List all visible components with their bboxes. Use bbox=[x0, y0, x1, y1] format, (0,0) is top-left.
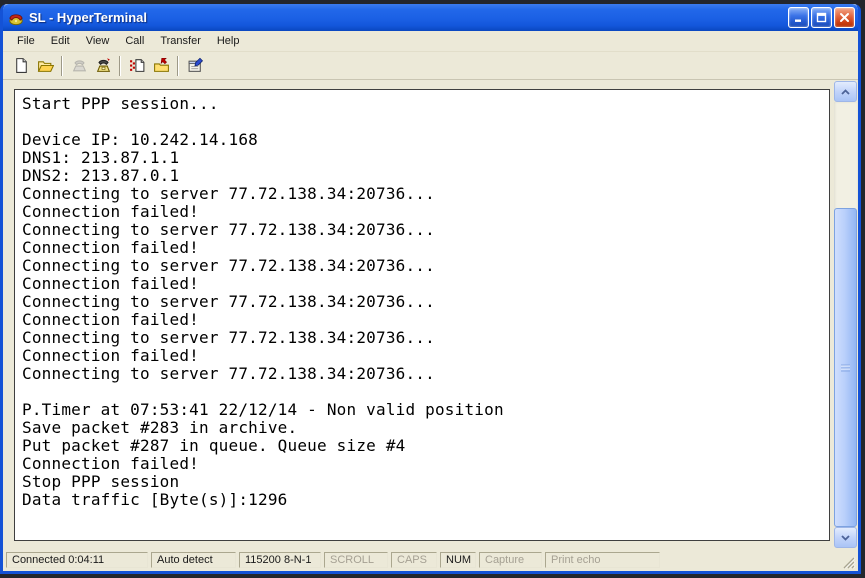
resize-grip-icon[interactable] bbox=[842, 555, 856, 569]
terminal-line: Connection failed! bbox=[22, 239, 829, 257]
open-folder-icon bbox=[37, 57, 54, 74]
minimize-button[interactable] bbox=[788, 7, 809, 28]
terminal-line: Put packet #287 in queue. Queue size #4 bbox=[22, 437, 829, 455]
receive-button[interactable] bbox=[149, 54, 173, 77]
maximize-button[interactable] bbox=[811, 7, 832, 28]
terminal-line bbox=[22, 383, 829, 401]
terminal-line: Connecting to server 77.72.138.34:20736.… bbox=[22, 257, 829, 275]
terminal-line: Connecting to server 77.72.138.34:20736.… bbox=[22, 293, 829, 311]
status-scroll-lock: SCROLL bbox=[324, 552, 388, 568]
status-num-lock: NUM bbox=[440, 552, 476, 568]
scroll-down-button[interactable] bbox=[834, 527, 857, 548]
vertical-scrollbar[interactable] bbox=[834, 81, 857, 548]
toolbar-separator bbox=[177, 56, 179, 76]
phone-disconnect-icon bbox=[95, 57, 112, 74]
properties-icon bbox=[187, 57, 204, 74]
send-file-icon bbox=[129, 57, 146, 74]
terminal-line: Connection failed! bbox=[22, 455, 829, 473]
chevron-up-icon bbox=[841, 89, 850, 95]
chevron-down-icon bbox=[841, 535, 850, 541]
status-bar: Connected 0:04:11 Auto detect 115200 8-N… bbox=[3, 549, 858, 571]
call-button bbox=[67, 54, 91, 77]
terminal-line: Connection failed! bbox=[22, 347, 829, 365]
status-filler bbox=[663, 552, 854, 568]
terminal-line: Stop PPP session bbox=[22, 473, 829, 491]
hyperterminal-window: SL - HyperTerminal File Edit View Call T… bbox=[0, 4, 861, 574]
send-button[interactable] bbox=[125, 54, 149, 77]
receive-file-icon bbox=[153, 57, 170, 74]
terminal-line: Save packet #283 in archive. bbox=[22, 419, 829, 437]
status-connected: Connected 0:04:11 bbox=[6, 552, 148, 568]
terminal-output[interactable]: Start PPP session... Device IP: 10.242.1… bbox=[14, 89, 830, 541]
terminal-line bbox=[22, 113, 829, 131]
menu-transfer[interactable]: Transfer bbox=[152, 32, 209, 50]
terminal-line: DNS2: 213.87.0.1 bbox=[22, 167, 829, 185]
status-caps-lock: CAPS bbox=[391, 552, 437, 568]
toolbar bbox=[3, 52, 858, 80]
status-capture: Capture bbox=[479, 552, 542, 568]
title-bar[interactable]: SL - HyperTerminal bbox=[3, 4, 858, 31]
terminal-line: Connection failed! bbox=[22, 311, 829, 329]
terminal-line: Device IP: 10.242.14.168 bbox=[22, 131, 829, 149]
scroll-up-button[interactable] bbox=[834, 81, 857, 102]
maximize-icon bbox=[816, 12, 827, 23]
phone-call-icon bbox=[71, 57, 88, 74]
close-button[interactable] bbox=[834, 7, 855, 28]
terminal-line: Connecting to server 77.72.138.34:20736.… bbox=[22, 365, 829, 383]
menu-file[interactable]: File bbox=[9, 32, 43, 50]
menu-call[interactable]: Call bbox=[117, 32, 152, 50]
minimize-icon bbox=[793, 12, 804, 23]
properties-button[interactable] bbox=[183, 54, 207, 77]
toolbar-separator bbox=[119, 56, 121, 76]
status-print-echo: Print echo bbox=[545, 552, 660, 568]
terminal-line: Connection failed! bbox=[22, 203, 829, 221]
menu-view[interactable]: View bbox=[78, 32, 118, 50]
terminal-line: Connecting to server 77.72.138.34:20736.… bbox=[22, 221, 829, 239]
scrollbar-track[interactable] bbox=[834, 102, 857, 527]
status-baud-settings: 115200 8-N-1 bbox=[239, 552, 321, 568]
scrollbar-thumb[interactable] bbox=[834, 208, 857, 527]
menu-bar: File Edit View Call Transfer Help bbox=[3, 31, 858, 52]
toolbar-separator bbox=[61, 56, 63, 76]
disconnect-button[interactable] bbox=[91, 54, 115, 77]
new-file-icon bbox=[13, 57, 30, 74]
terminal-line: Start PPP session... bbox=[22, 95, 829, 113]
terminal-area: Start PPP session... Device IP: 10.242.1… bbox=[3, 80, 858, 549]
window-controls bbox=[788, 7, 855, 28]
close-icon bbox=[839, 12, 850, 23]
new-button[interactable] bbox=[9, 54, 33, 77]
terminal-line: Data traffic [Byte(s)]:1296 bbox=[22, 491, 829, 509]
open-button[interactable] bbox=[33, 54, 57, 77]
terminal-line: Connecting to server 77.72.138.34:20736.… bbox=[22, 329, 829, 347]
terminal-line: P.Timer at 07:53:41 22/12/14 - Non valid… bbox=[22, 401, 829, 419]
window-title: SL - HyperTerminal bbox=[29, 10, 788, 25]
status-emulation: Auto detect bbox=[151, 552, 236, 568]
menu-help[interactable]: Help bbox=[209, 32, 248, 50]
menu-edit[interactable]: Edit bbox=[43, 32, 78, 50]
terminal-line: Connection failed! bbox=[22, 275, 829, 293]
terminal-line: DNS1: 213.87.1.1 bbox=[22, 149, 829, 167]
scrollbar-grip-icon bbox=[841, 364, 850, 372]
terminal-line: Connecting to server 77.72.138.34:20736.… bbox=[22, 185, 829, 203]
hyperterminal-phone-icon bbox=[8, 10, 24, 26]
